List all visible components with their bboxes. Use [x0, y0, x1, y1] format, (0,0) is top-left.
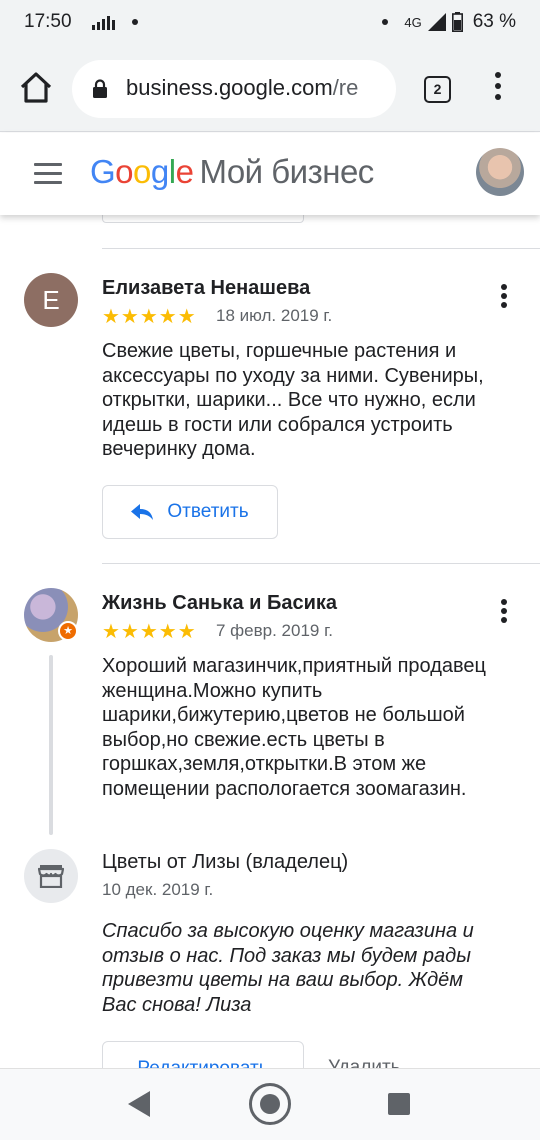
edit-reply-button[interactable]: Редактировать [102, 1041, 304, 1068]
status-time: 17:50 [24, 11, 72, 32]
product-name: Мой бизнес [199, 153, 374, 190]
previous-reply-button[interactable] [102, 215, 304, 223]
reply-icon [131, 504, 154, 520]
browser-menu-icon[interactable] [488, 72, 508, 106]
url-text: business.google.com/re [126, 75, 358, 101]
brand-logo: Google Мой бизнес [90, 153, 374, 190]
lock-icon [93, 79, 107, 98]
owner-avatar [24, 849, 78, 903]
reply-button[interactable]: Ответить [102, 485, 278, 539]
owner-reply-text: Спасибо за высокую оценку магазина и отз… [102, 920, 474, 1016]
review-more-icon[interactable] [498, 599, 510, 629]
local-guide-badge-icon: ★ [58, 621, 78, 641]
notification-dot-icon [132, 19, 138, 25]
system-navigation-bar [0, 1068, 540, 1140]
star-rating: ★★★★★ [102, 621, 197, 643]
status-indicators: 4G 63 % [382, 11, 516, 33]
back-icon[interactable] [128, 1091, 150, 1117]
status-bar: 17:50 4G 63 % [0, 0, 540, 44]
review-date: 18 июл. 2019 г. [216, 306, 333, 325]
owner-reply-date: 10 дек. 2019 г. [102, 880, 214, 899]
app-header: Google Мой бизнес [0, 133, 540, 215]
hamburger-menu-icon[interactable] [34, 163, 62, 185]
storefront-icon [38, 865, 64, 888]
battery-icon [451, 12, 463, 32]
reviews-list: E Елизавета Ненашева ★★★★★ 18 июл. 2019 … [0, 215, 540, 1068]
browser-toolbar: business.google.com/re 2 [0, 44, 540, 132]
notification-bars-icon [92, 16, 115, 30]
reply-label: Ответить [167, 501, 249, 522]
address-bar[interactable]: business.google.com/re [72, 60, 396, 118]
battery-percent: 63 % [472, 11, 516, 32]
home-icon[interactable] [18, 70, 54, 106]
recents-icon[interactable] [388, 1093, 410, 1115]
review-divider [102, 563, 540, 564]
url-path: /re [332, 75, 359, 100]
status-dot-icon [382, 19, 389, 25]
home-nav-icon[interactable] [249, 1083, 291, 1125]
review-date: 7 февр. 2019 г. [216, 621, 333, 640]
reply-thread-line [49, 655, 53, 835]
review-text: Свежие цветы, горшечные растения и аксес… [102, 340, 484, 460]
tab-switcher-button[interactable]: 2 [424, 76, 451, 103]
review-text: Хороший магазинчик,приятный продавец жен… [102, 655, 487, 800]
review-more-icon[interactable] [498, 284, 510, 314]
reviewer-name[interactable]: Жизнь Санька и Басика [102, 592, 337, 615]
delete-reply-button[interactable]: Удалить [328, 1041, 401, 1068]
url-domain: business.google.com [126, 75, 333, 100]
owner-name: Цветы от Лизы (владелец) [102, 851, 349, 873]
review-divider [102, 248, 540, 249]
reviewer-avatar[interactable]: E [24, 273, 78, 327]
reviewer-name[interactable]: Елизавета Ненашева [102, 277, 310, 300]
network-type: 4G [404, 14, 422, 30]
star-rating: ★★★★★ [102, 306, 197, 328]
account-avatar[interactable] [476, 148, 524, 196]
signal-icon [427, 13, 446, 31]
